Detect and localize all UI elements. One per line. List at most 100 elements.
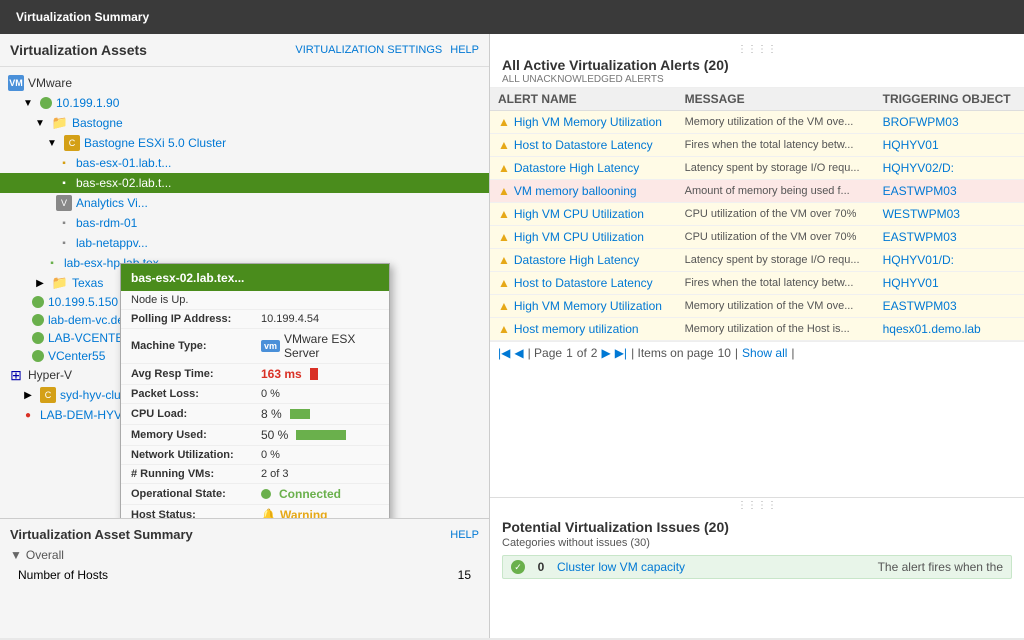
cluster-label: Bastogne ESXi 5.0 Cluster: [84, 136, 226, 150]
alert-name[interactable]: High VM CPU Utilization: [514, 207, 644, 221]
prev-page-icon[interactable]: ◀: [514, 346, 523, 360]
issues-content: Potential Virtualization Issues (20) Cat…: [490, 513, 1024, 585]
alerts-subtitle: ALL UNACKNOWLEDGED ALERTS: [502, 74, 1012, 85]
packet-loss-label: Packet Loss:: [131, 388, 261, 400]
hyperv-icon: ⊞: [8, 367, 24, 383]
overall-label: ▼ Overall: [10, 548, 479, 562]
tree-item-ip1[interactable]: ▼ 10.199.1.90: [0, 93, 489, 113]
last-page-icon[interactable]: ▶|: [615, 346, 627, 360]
server-icon: ▪: [44, 255, 60, 271]
tree-item-bastogne[interactable]: ▼ 📁 Bastogne: [0, 113, 489, 133]
resp-bar: [310, 368, 318, 380]
overall-section: ▼ Overall Number of Hosts 15: [10, 548, 479, 584]
pagination: |◀ ◀ | Page 1 of 2 ▶ ▶| | Items on page …: [490, 341, 1024, 364]
alerts-body: ▲High VM Memory Utilization Memory utili…: [490, 111, 1024, 341]
alert-name[interactable]: Datastore High Latency: [514, 253, 639, 267]
next-page-icon[interactable]: ▶: [601, 346, 610, 360]
alert-name[interactable]: Host to Datastore Latency: [514, 276, 653, 290]
issue-name[interactable]: Cluster low VM capacity: [557, 560, 870, 574]
items-per-page: 10: [718, 346, 731, 360]
trigger-link[interactable]: HQHYV01: [883, 138, 939, 152]
popup-header: bas-esx-02.lab.tex...: [121, 264, 389, 291]
tree-item-lab-netapp[interactable]: ▪ lab-netappv...: [0, 233, 489, 253]
trigger-link[interactable]: WESTWPM03: [883, 207, 960, 221]
drag-handle-bottom[interactable]: ⋮⋮⋮⋮: [490, 498, 1024, 513]
table-row: ▲Host to Datastore Latency Fires when th…: [490, 134, 1024, 157]
vm-icon: ▪: [56, 235, 72, 251]
page-label: | Page: [528, 346, 562, 360]
summary-header: Virtualization Asset Summary HELP: [10, 527, 479, 542]
server-icon: ▪: [56, 155, 72, 171]
summary-help-link[interactable]: HELP: [450, 529, 479, 541]
help-link[interactable]: HELP: [450, 44, 479, 56]
drag-handle-top[interactable]: ⋮⋮⋮⋮: [502, 42, 1012, 57]
title-text: Virtualization Summary: [16, 10, 149, 24]
trigger-link[interactable]: HQHYV02/D:: [883, 161, 954, 175]
tree-item-analytics[interactable]: V Analytics Vi...: [0, 193, 489, 213]
alerts-table: ALERT NAME MESSAGE TRIGGERING OBJECT ▲Hi…: [490, 88, 1024, 341]
virtualization-settings-link[interactable]: VIRTUALIZATION SETTINGS: [295, 44, 442, 56]
trigger-link[interactable]: BROFWPM03: [883, 115, 959, 129]
server-icon: ▪: [56, 175, 72, 191]
host-icon: [32, 350, 44, 362]
host-icon: [32, 296, 44, 308]
popup-running-vms-row: # Running VMs: 2 of 3: [121, 465, 389, 484]
first-page-icon[interactable]: |◀: [498, 346, 510, 360]
page-title: Virtualization Summary: [0, 0, 1024, 34]
trigger-link[interactable]: EASTWPM03: [883, 299, 957, 313]
trigger-link[interactable]: HQHYV01/D:: [883, 253, 954, 267]
alert-name[interactable]: High VM Memory Utilization: [514, 115, 662, 129]
warning-icon: 🔔: [261, 508, 276, 518]
alert-name[interactable]: High VM Memory Utilization: [514, 299, 662, 313]
left-panel: Virtualization Assets VIRTUALIZATION SET…: [0, 34, 490, 638]
alert-name[interactable]: High VM CPU Utilization: [514, 230, 644, 244]
warn-icon: ▲: [498, 161, 510, 175]
show-all-link[interactable]: Show all: [742, 346, 787, 360]
memory-label: Memory Used:: [131, 429, 261, 441]
alerts-table-scroll[interactable]: ALERT NAME MESSAGE TRIGGERING OBJECT ▲Hi…: [490, 88, 1024, 341]
connected-dot: [261, 489, 271, 499]
trigger-link[interactable]: EASTWPM03: [883, 230, 957, 244]
vcenter55-label: VCenter55: [48, 349, 105, 363]
tree-item-bas-rdm[interactable]: ▪ bas-rdm-01: [0, 213, 489, 233]
alert-name[interactable]: Host memory utilization: [514, 322, 639, 336]
tree-item-bastogne-cluster[interactable]: ▼ C Bastogne ESXi 5.0 Cluster: [0, 133, 489, 153]
polling-ip-label: Polling IP Address:: [131, 313, 261, 325]
table-row: ▲Host memory utilization Memory utilizat…: [490, 318, 1024, 341]
table-row: ▲Datastore High Latency Latency spent by…: [490, 157, 1024, 180]
texas-label: Texas: [72, 276, 103, 290]
warn-icon: ▲: [498, 207, 510, 221]
warn-icon: ▲: [498, 115, 510, 129]
trigger-link[interactable]: hqesx01.demo.lab: [883, 322, 981, 336]
issue-description: The alert fires when the: [878, 560, 1003, 574]
machine-type-value: vm VMware ESX Server: [261, 332, 379, 360]
node-status: Node is Up.: [131, 294, 188, 306]
issues-title: Potential Virtualization Issues (20): [502, 519, 1012, 535]
header-links: VIRTUALIZATION SETTINGS HELP: [295, 44, 479, 56]
num-hosts-value: 15: [458, 568, 471, 582]
error-icon: ●: [20, 407, 36, 423]
num-hosts-row: Number of Hosts 15: [10, 566, 479, 584]
alert-name[interactable]: Datastore High Latency: [514, 161, 639, 175]
trigger-link[interactable]: HQHYV01: [883, 276, 939, 290]
network-label: Network Utilization:: [131, 449, 261, 461]
issue-count: 0: [533, 560, 549, 574]
right-panel: ⋮⋮⋮⋮ All Active Virtualization Alerts (2…: [490, 34, 1024, 638]
ip2-label: 10.199.5.150: [48, 295, 118, 309]
assets-title: Virtualization Assets: [10, 42, 147, 58]
host-status-label: Host Status:: [131, 509, 261, 518]
warn-icon: ▲: [498, 184, 510, 198]
packet-loss-value: 0 %: [261, 388, 280, 400]
tree-item-vmware[interactable]: VM VMware: [0, 73, 489, 93]
alert-name[interactable]: Host to Datastore Latency: [514, 138, 653, 152]
trigger-link[interactable]: EASTWPM03: [883, 184, 957, 198]
table-row: ▲High VM Memory Utilization Memory utili…: [490, 295, 1024, 318]
tree-item-bas-esx-01[interactable]: ▪ bas-esx-01.lab.t...: [0, 153, 489, 173]
popup-operational-state-row: Operational State: Connected: [121, 484, 389, 505]
avg-resp-label: Avg Resp Time:: [131, 368, 261, 380]
total-pages: 2: [591, 346, 598, 360]
warn-icon: ▲: [498, 276, 510, 290]
warn-icon: ▲: [498, 230, 510, 244]
alert-name[interactable]: VM memory ballooning: [514, 184, 637, 198]
tree-item-bas-esx-02[interactable]: ▪ bas-esx-02.lab.t...: [0, 173, 489, 193]
